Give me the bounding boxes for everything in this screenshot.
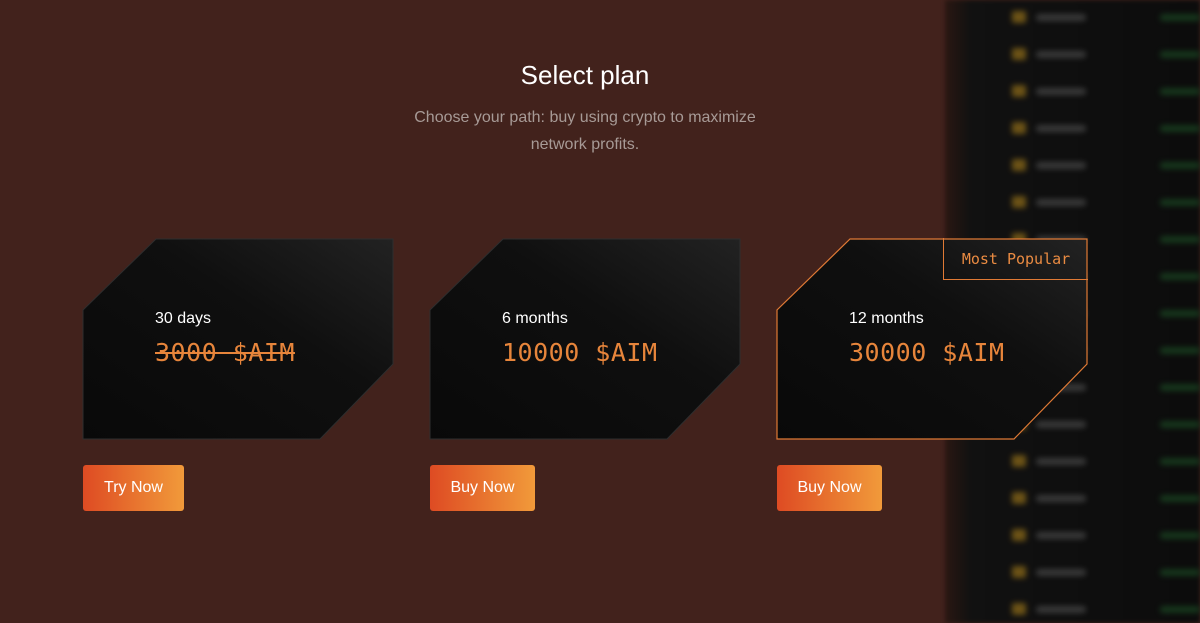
- folder-icon: [1012, 11, 1026, 23]
- blurred-text: [1036, 531, 1086, 539]
- blurred-value: [1160, 420, 1200, 428]
- folder-icon: [1012, 196, 1026, 208]
- blurred-text: [1036, 13, 1086, 21]
- page-title: Select plan: [520, 60, 650, 90]
- blurred-text: [1036, 50, 1086, 58]
- blurred-value: [1160, 568, 1200, 576]
- blurred-list-row: [1012, 158, 1200, 172]
- blurred-text: [1036, 494, 1086, 502]
- blurred-list-row: [1012, 454, 1200, 468]
- plan-price: 30000 $AIM: [849, 338, 1005, 367]
- page-subtitle: Choose your path: buy using crypto to ma…: [414, 109, 756, 153]
- folder-icon: [1012, 122, 1026, 134]
- blurred-value: [1160, 309, 1200, 317]
- blurred-list-row: [1012, 121, 1200, 135]
- plan-selection-page: Select plan Choose your path: buy using …: [0, 0, 1200, 623]
- blurred-value: [1160, 198, 1200, 206]
- blurred-value: [1160, 383, 1200, 391]
- folder-icon: [1012, 566, 1026, 578]
- blurred-value: [1160, 272, 1200, 280]
- blurred-value: [1160, 235, 1200, 243]
- plan-term: 6 months: [502, 310, 568, 327]
- blurred-list-row: [1012, 491, 1200, 505]
- plan-card-12-months: Most Popular 12 months 30000 $AIM: [776, 238, 1088, 440]
- blurred-text: [1036, 605, 1086, 613]
- folder-icon: [1012, 159, 1026, 171]
- blurred-value: [1160, 124, 1200, 132]
- blurred-value: [1160, 494, 1200, 502]
- plan-card-30-days: 30 days 3000 $AIM: [82, 238, 394, 440]
- plan-term: 30 days: [155, 310, 212, 327]
- blurred-text: [1036, 568, 1086, 576]
- blurred-value: [1160, 531, 1200, 539]
- plan-price: 3000 $AIM: [155, 338, 295, 367]
- folder-icon: [1012, 529, 1026, 541]
- most-popular-badge: Most Popular: [943, 238, 1088, 280]
- blurred-list-row: [1012, 10, 1200, 24]
- plan-card-6-months: 6 months 10000 $AIM: [429, 238, 741, 440]
- buy-now-button-6-months[interactable]: Buy Now: [430, 465, 535, 511]
- blurred-value: [1160, 346, 1200, 354]
- blurred-value: [1160, 161, 1200, 169]
- blurred-text: [1036, 457, 1086, 465]
- folder-icon: [1012, 455, 1026, 467]
- folder-icon: [1012, 492, 1026, 504]
- blurred-text: [1036, 124, 1086, 132]
- try-now-button[interactable]: Try Now: [83, 465, 184, 511]
- blurred-list-row: [1012, 602, 1200, 616]
- buy-now-button-12-months[interactable]: Buy Now: [777, 465, 882, 511]
- blurred-list-row: [1012, 565, 1200, 579]
- plan-term: 12 months: [849, 310, 924, 327]
- blurred-list-row: [1012, 47, 1200, 61]
- blurred-value: [1160, 605, 1200, 613]
- blurred-value: [1160, 13, 1200, 21]
- blurred-list-row: [1012, 528, 1200, 542]
- blurred-value: [1160, 50, 1200, 58]
- folder-icon: [1012, 48, 1026, 60]
- blurred-value: [1160, 457, 1200, 465]
- folder-icon: [1012, 603, 1026, 615]
- blurred-list-row: [1012, 195, 1200, 209]
- blurred-text: [1036, 161, 1086, 169]
- plan-price: 10000 $AIM: [502, 338, 658, 367]
- blurred-text: [1036, 198, 1086, 206]
